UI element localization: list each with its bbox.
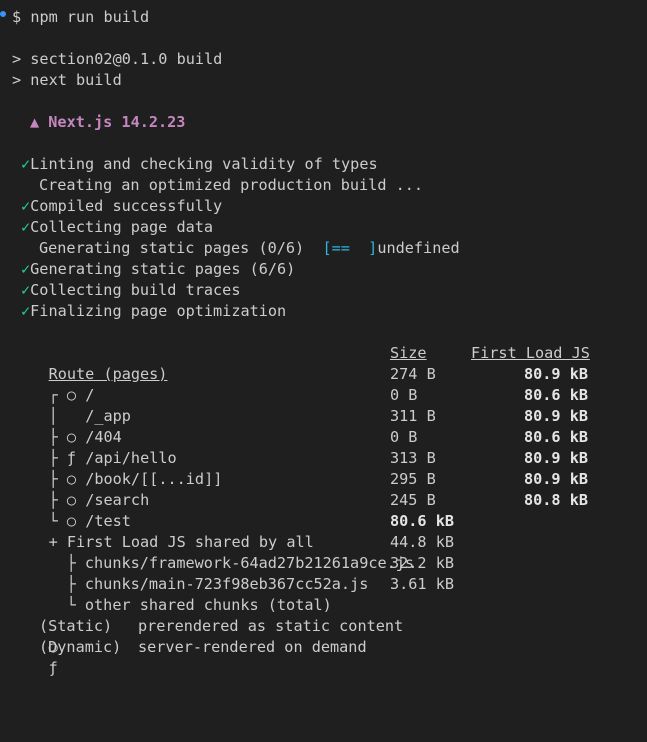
route-first-load: 80.8 kB: [523, 491, 588, 509]
build-step: ✓Linting and checking validity of types: [21, 154, 378, 175]
step-text: Collecting build traces: [30, 281, 241, 299]
step-text: Creating an optimized production build .…: [39, 176, 424, 194]
legend-desc: prerendered as static content: [138, 617, 404, 635]
route-first-load: 80.9 kB: [523, 449, 588, 467]
chunk-size: 44.8 kB: [390, 533, 455, 551]
legend-kind: (Dynamic): [39, 638, 122, 656]
route-first-load: 80.9 kB: [523, 365, 588, 383]
route-size: 295 B: [390, 470, 436, 488]
prompt-command: npm run build: [30, 8, 150, 26]
chunk-row: ├ chunks/main-723f98eb367cc52a.js 32.2 k…: [30, 553, 647, 593]
build-step: ✓Finalizing page optimization: [21, 301, 286, 322]
table-row: ├ ○ /search 295 B 80.9 kB: [12, 469, 632, 509]
route-size: 311 B: [390, 407, 436, 425]
chunk-size: 32.2 kB: [390, 554, 455, 572]
script-line-2: > next build: [12, 71, 122, 89]
chunk-row: ├ chunks/framework-64ad27b21261a9ce.js 4…: [30, 532, 647, 572]
first-load-header: First Load JS: [471, 344, 590, 362]
prompt-line: $ npm run build: [12, 7, 149, 28]
dynamic-icon: ƒ: [48, 659, 58, 677]
route-size: 0 B: [390, 428, 418, 446]
check-icon: ✓: [21, 218, 31, 236]
route-first-load: 80.9 kB: [523, 407, 588, 425]
route-size: 313 B: [390, 449, 436, 467]
check-icon: ✓: [21, 155, 31, 173]
prompt-symbol: $: [12, 8, 22, 26]
table-row: ├ ƒ /api/hello 0 B 80.6 kB: [12, 427, 632, 467]
step-text: Compiled successfully: [30, 197, 223, 215]
route-first-load: 80.6 kB: [523, 386, 588, 404]
legend-desc: server-rendered on demand: [138, 638, 367, 656]
chunk-size: 3.61 kB: [390, 575, 455, 593]
table-row: ├ ○ /book/[[...id]] 313 B 80.9 kB: [12, 448, 632, 488]
route-first-load: 80.9 kB: [523, 470, 588, 488]
legend-dynamic: ƒ (Dynamic) server-rendered on demand: [12, 637, 632, 677]
check-icon: ✓: [21, 260, 31, 278]
legend-static: ○ (Static) prerendered as static content: [12, 616, 632, 656]
table-row: ┌ ○ / 274 B 80.9 kB: [12, 364, 632, 404]
check-icon: ✓: [21, 281, 31, 299]
check-icon: ✓: [21, 197, 31, 215]
progress-suffix: undefined: [377, 239, 460, 257]
build-step: ✓Collecting page data: [21, 217, 213, 238]
script-line-1: > section02@0.1.0 build: [12, 50, 223, 68]
route-table-header: Route (pages) Size First Load JS: [12, 343, 632, 383]
route-first-load: 80.6 kB: [523, 428, 588, 446]
route-size: 245 B: [390, 491, 436, 509]
build-step: ✓Generating static pages (6/6): [21, 259, 295, 280]
step-text: Generating static pages (6/6): [30, 260, 296, 278]
table-row: │ /_app 0 B 80.6 kB: [12, 385, 632, 425]
shared-size: 80.6 kB: [390, 512, 455, 530]
command-status-dot[interactable]: [0, 11, 6, 17]
build-step: Generating static pages (0/6) [== ]undef…: [39, 238, 460, 259]
check-icon: ✓: [21, 302, 31, 320]
build-step: ✓Compiled successfully: [21, 196, 222, 217]
build-step: Creating an optimized production build .…: [39, 175, 423, 196]
route-size: 0 B: [390, 386, 418, 404]
shared-row: + First Load JS shared by all 80.6 kB: [12, 511, 632, 551]
step-text: Linting and checking validity of types: [30, 155, 378, 173]
terminal-panel[interactable]: $ npm run build > section02@0.1.0 build …: [0, 0, 647, 682]
tree-glyph: └: [66, 596, 76, 614]
chunk-row: └ other shared chunks (total) 3.61 kB: [30, 574, 647, 614]
build-step: ✓Collecting build traces: [21, 280, 240, 301]
step-text: Collecting page data: [30, 218, 214, 236]
nextjs-banner: ▲ Next.js 14.2.23: [30, 113, 186, 131]
route-size: 274 B: [390, 365, 436, 383]
progress-bar: [== ]: [322, 239, 378, 257]
step-text: Generating static pages (0/6): [39, 239, 305, 257]
table-row: ├ ○ /404 311 B 80.9 kB: [12, 406, 632, 446]
step-text: Finalizing page optimization: [30, 302, 287, 320]
legend-kind: (Static): [39, 617, 113, 635]
table-row: └ ○ /test 245 B 80.8 kB: [12, 490, 632, 530]
chunk-name: other shared chunks (total): [84, 596, 332, 614]
size-header: Size: [390, 344, 427, 362]
